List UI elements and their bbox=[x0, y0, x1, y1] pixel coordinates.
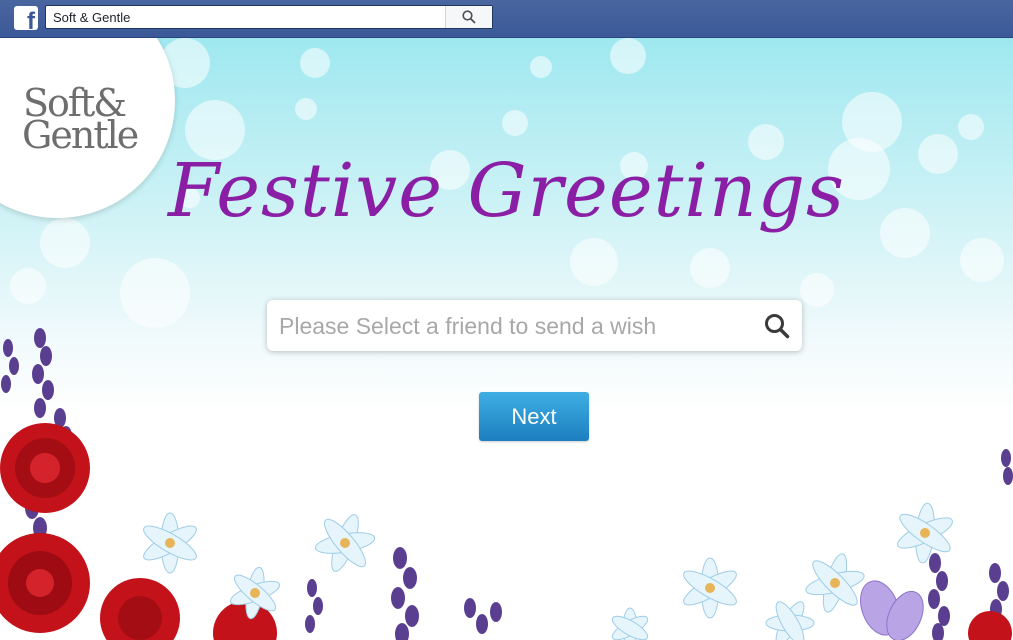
search-icon bbox=[462, 10, 476, 24]
red-rose-icon bbox=[968, 611, 1012, 640]
violet-flower-icon bbox=[860, 580, 924, 640]
facebook-search-button[interactable] bbox=[445, 6, 492, 28]
facebook-search-value: Soft & Gentle bbox=[53, 10, 131, 25]
facebook-logo-icon[interactable]: f bbox=[14, 6, 38, 30]
flower-border-decoration bbox=[0, 328, 1013, 640]
facebook-search-input[interactable]: Soft & Gentle bbox=[45, 5, 493, 29]
facebook-top-bar: f Soft & Gentle bbox=[0, 0, 1013, 38]
greeting-app-stage: Soft& Gentle Festive Greetings Please Se… bbox=[0, 38, 1013, 640]
